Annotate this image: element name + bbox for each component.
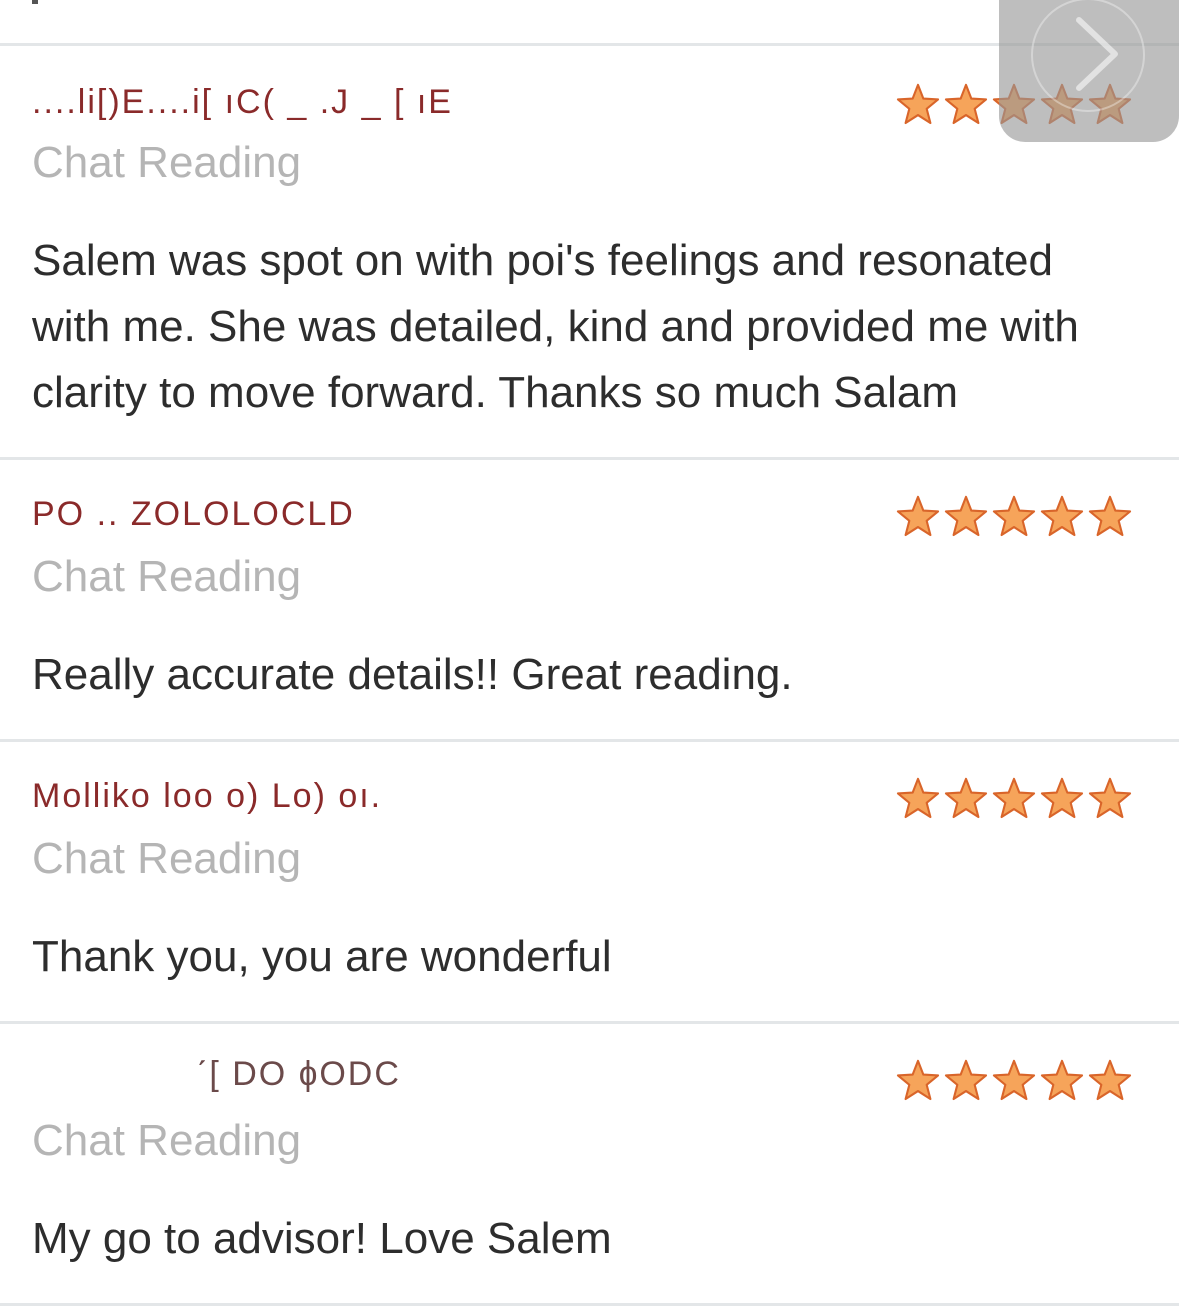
star-icon [896,777,940,819]
review-comment: Really accurate details!! Great reading. [32,650,793,699]
star-icon [992,1059,1036,1101]
reading-type-label: Chat Reading [32,138,302,187]
reading-type-label: Chat Reading [32,552,302,601]
review-comment: Salem was spot on with poi's feelings an… [32,236,1079,417]
review-comment: Thank you, you are wonderful [32,932,612,981]
reviewer-name: ˊ[ DO ɸODC [196,1055,401,1093]
star-icon [1088,495,1132,537]
star-icon [944,777,988,819]
star-icon [896,83,940,125]
chevron-right-icon [1076,17,1118,91]
review-item: ˊ[ DO ɸODC Chat Reading My go to advisor… [0,1024,1179,1302]
star-rating [895,1058,1133,1104]
star-rating [895,494,1133,540]
review-item: Molliko loo o) Lo) oı. Chat Reading Than… [0,742,1179,1020]
cut-off-text [32,0,38,4]
star-icon [944,1059,988,1101]
star-icon [896,1059,940,1101]
reviewer-name: PO .. ZOLOLOCLD [32,495,355,533]
review-item: PO .. ZOLOLOCLD Chat Reading Really accu… [0,460,1179,738]
reviews-page: ....li[)E....i[ ıC( _ .J _ [ ıE Chat Rea… [0,0,1179,1316]
star-icon [992,777,1036,819]
reading-type-label: Chat Reading [32,1116,302,1165]
star-icon [896,495,940,537]
next-button[interactable] [999,0,1179,142]
star-icon [1040,495,1084,537]
star-icon [1040,1059,1084,1101]
divider [0,1303,1179,1306]
reading-type-label: Chat Reading [32,834,302,883]
star-icon [944,83,988,125]
star-icon [1088,1059,1132,1101]
reviewer-name: ....li[)E....i[ ıC( _ .J _ [ ıE [32,83,453,121]
review-comment: My go to advisor! Love Salem [32,1214,612,1263]
star-icon [1040,777,1084,819]
star-rating [895,776,1133,822]
reviewer-name: Molliko loo o) Lo) oı. [32,777,383,815]
star-icon [944,495,988,537]
star-icon [1088,777,1132,819]
star-icon [992,495,1036,537]
